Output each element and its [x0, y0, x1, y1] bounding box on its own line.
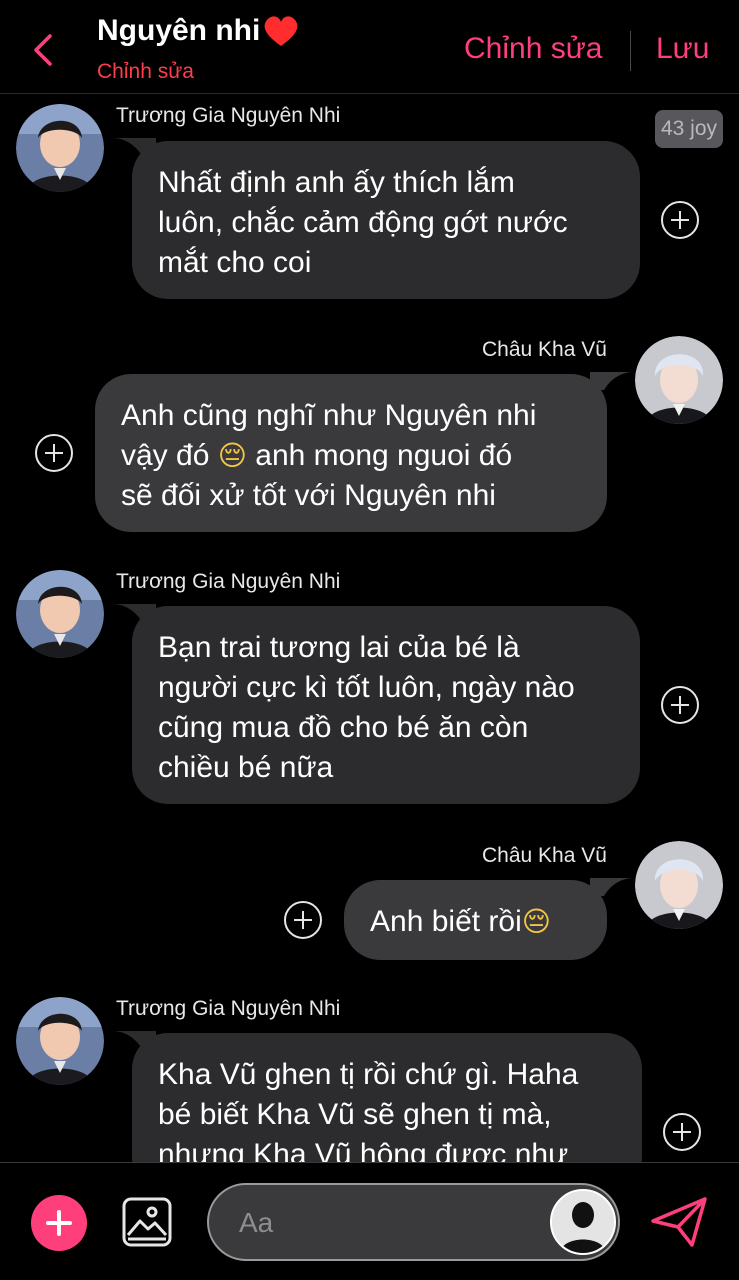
add-button[interactable]: [31, 1195, 87, 1251]
message-line: Kha Vũ ghen tị rồi chứ gì. Haha: [158, 1058, 579, 1091]
chevron-left-icon: [34, 34, 52, 66]
message-text: vậy đó: [121, 439, 218, 472]
sender-name: Trương Gia Nguyên Nhi: [116, 570, 341, 593]
avatar-chau-kha-vu[interactable]: [635, 841, 723, 929]
message-line: cũng mua đồ cho bé ăn còn: [158, 711, 529, 744]
message-list[interactable]: 43 joy Trương Gia Nguyên Nhi Nhất định a…: [0, 94, 739, 1162]
message-line: Bạn trai tương lai của bé là: [158, 631, 520, 664]
add-reaction-icon[interactable]: [35, 434, 73, 472]
joy-count-badge: 43 joy: [655, 110, 723, 148]
add-reaction-icon[interactable]: [284, 901, 322, 939]
message-line: Anh cũng nghĩ như Nguyên nhi: [121, 399, 537, 432]
avatar-image: [635, 336, 723, 424]
avatar-chau-kha-vu[interactable]: [635, 336, 723, 424]
chat-title-text: Nguyên nhi: [97, 14, 261, 47]
message-bubble[interactable]: Nhất định anh ấy thích lắm luôn, chắc cả…: [132, 141, 640, 299]
add-reaction-icon[interactable]: [661, 201, 699, 239]
pensive-face-emoji: 😔: [521, 905, 551, 938]
message-line: sẽ đối xử tốt với Nguyên nhi: [121, 479, 496, 512]
sender-name: Trương Gia Nguyên Nhi: [116, 104, 341, 127]
save-button[interactable]: Lưu: [656, 32, 709, 66]
chat-title: Nguyên nhi: [97, 14, 300, 48]
add-reaction-icon[interactable]: [661, 686, 699, 724]
profile-switch-button[interactable]: [550, 1189, 616, 1255]
message-line: bé biết Kha Vũ sẽ ghen tị mà,: [158, 1098, 552, 1131]
image-icon: [122, 1197, 172, 1247]
sender-name: Trương Gia Nguyên Nhi: [116, 997, 341, 1020]
avatar-image: [16, 104, 104, 192]
composer-bar: [0, 1162, 739, 1280]
message-line: nhưng Kha Vũ hông được như: [158, 1138, 569, 1162]
message-line: vậy đó 😔 anh mong nguoi đó: [121, 436, 581, 476]
send-button[interactable]: [650, 1195, 708, 1249]
paper-plane-icon: [651, 1197, 707, 1247]
message-line: luôn, chắc cảm động gớt nước: [158, 206, 568, 239]
chat-screen: Nguyên nhi Chỉnh sửa Chỉnh sửa Lưu 43 jo…: [0, 0, 739, 1280]
heart-icon: [264, 16, 298, 46]
back-button[interactable]: [26, 30, 60, 70]
message-input-wrapper[interactable]: [207, 1183, 620, 1261]
message-bubble[interactable]: Anh biết rồi😔: [344, 880, 607, 960]
message-bubble[interactable]: Bạn trai tương lai của bé là người cực k…: [132, 606, 640, 804]
message-line: người cực kì tốt luôn, ngày nào: [158, 671, 575, 704]
avatar-truong-gia-nguyen-nhi[interactable]: [16, 570, 104, 658]
sender-name: Châu Kha Vũ: [482, 338, 607, 361]
chat-header: Nguyên nhi Chỉnh sửa Chỉnh sửa Lưu: [0, 0, 739, 94]
avatar-image: [635, 841, 723, 929]
person-silhouette-icon: [552, 1191, 614, 1253]
edit-button[interactable]: Chỉnh sửa: [464, 32, 603, 66]
message-bubble[interactable]: Kha Vũ ghen tị rồi chứ gì. Haha bé biết …: [132, 1033, 642, 1162]
message-line: mắt cho coi: [158, 246, 312, 279]
sender-name: Châu Kha Vũ: [482, 844, 607, 867]
chat-subtitle[interactable]: Chỉnh sửa: [97, 60, 194, 84]
message-text: anh mong nguoi đó: [246, 439, 513, 472]
avatar-image: [16, 570, 104, 658]
gallery-button[interactable]: [122, 1197, 172, 1247]
header-divider: [630, 31, 631, 71]
message-line: Nhất định anh ấy thích lắm: [158, 166, 515, 199]
avatar-truong-gia-nguyen-nhi[interactable]: [16, 104, 104, 192]
pensive-face-emoji: 😔: [217, 439, 247, 472]
add-reaction-icon[interactable]: [663, 1113, 701, 1151]
avatar-truong-gia-nguyen-nhi[interactable]: [16, 997, 104, 1085]
message-input[interactable]: [237, 1199, 541, 1247]
message-text: Anh biết rồi: [370, 905, 522, 938]
message-line: chiều bé nữa: [158, 751, 334, 784]
avatar-image: [16, 997, 104, 1085]
message-bubble[interactable]: Anh cũng nghĩ như Nguyên nhi vậy đó 😔 an…: [95, 374, 607, 532]
